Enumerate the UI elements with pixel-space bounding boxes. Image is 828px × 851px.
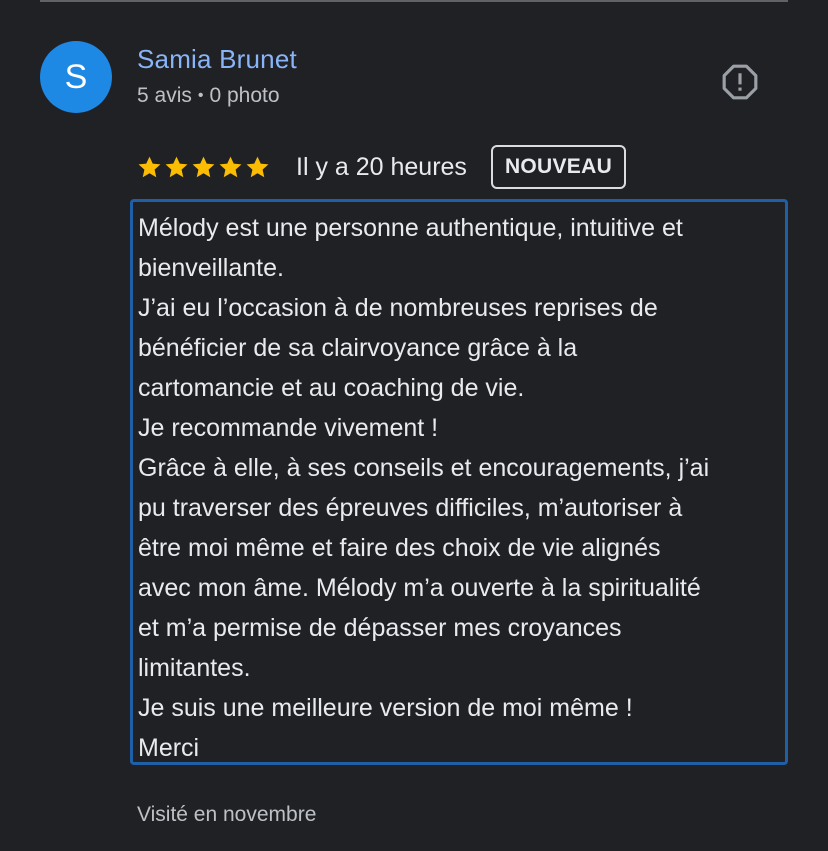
photo-count: 0 photo [209,84,280,107]
review-text-line: bienveillante. [138,254,284,282]
review-text-line: limitantes. [138,654,251,682]
review-text-line: être moi même et faire des choix de vie … [138,534,661,562]
avatar-initial: S [64,57,88,96]
visited-info: Visité en novembre [137,803,317,826]
review-text-line: J’ai eu l’occasion à de nombreuses repri… [138,294,658,322]
review-text-line: Je recommande vivement ! [138,414,439,442]
review-text-line: pu traverser des épreuves difficiles, m’… [138,494,683,522]
star-icon [165,156,188,177]
meta-separator: • [197,87,204,104]
avatar[interactable]: S [40,41,112,113]
review-text-line: Je suis une meilleure version de moi mêm… [138,694,633,722]
star-icon [138,156,161,177]
author-name[interactable]: Samia Brunet [137,44,297,75]
review-time: Il y a 20 heures [296,152,467,181]
author-meta: 5 avis • 0 photo [137,84,280,108]
review-text-line: Mélody est une personne authentique, int… [138,214,683,242]
new-badge: NOUVEAU [490,145,627,189]
star-icon [192,156,215,177]
star-icon [219,156,242,177]
top-divider [40,0,788,2]
review-text-line: et m’a permise de dépasser mes croyances [138,614,622,642]
review-text-line: bénéficier de sa clairvoyance grâce à la [138,334,578,362]
rating-row: Il y a 20 heures NOUVEAU [137,142,627,192]
star-icon [246,156,269,177]
report-flag-icon [722,64,758,100]
star-rating [137,155,270,180]
review-card: S Samia Brunet 5 avis • 0 photo Il y a 2… [0,0,828,851]
review-text-line: Grâce à elle, à ses conseils et encourag… [138,454,710,482]
review-text: Mélody est une personne authentique, int… [130,199,788,765]
report-button[interactable] [718,60,762,104]
review-text-line: avec mon âme. Mélody m’a ouverte à la sp… [138,574,701,602]
review-count: 5 avis [137,84,192,107]
review-text-line: Merci [138,734,200,762]
review-text-line: cartomancie et au coaching de vie. [138,374,525,402]
